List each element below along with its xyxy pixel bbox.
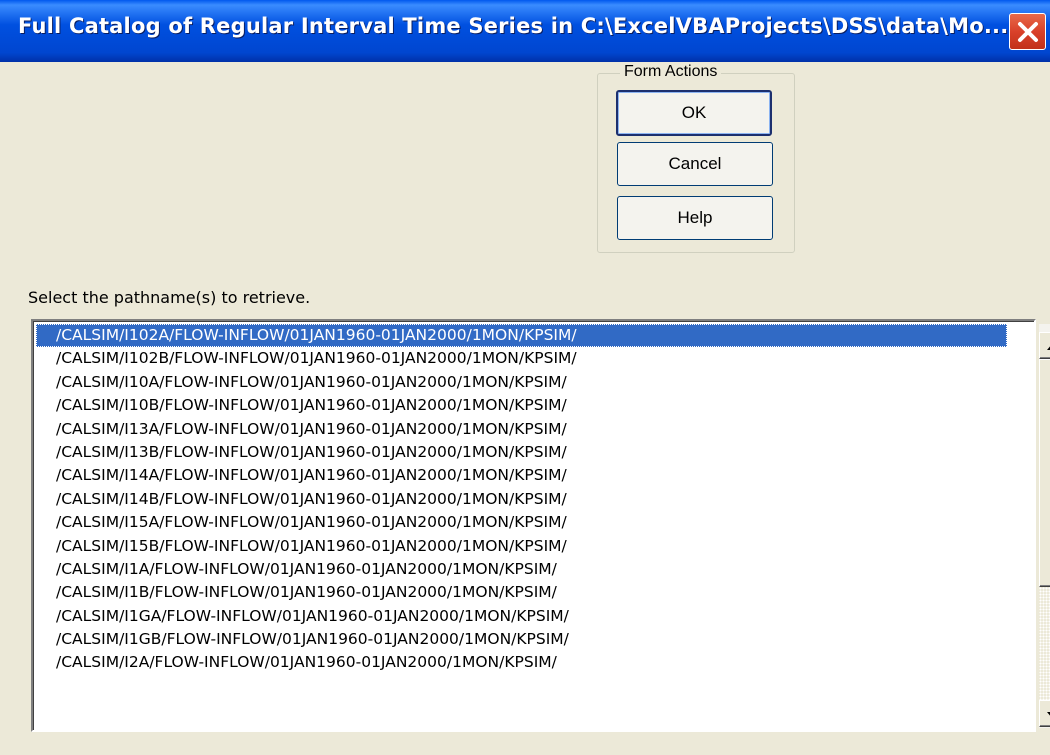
scroll-down-button[interactable] [1039,700,1050,727]
list-item[interactable]: /CALSIM/I10A/FLOW-INFLOW/01JAN1960-01JAN… [36,371,1007,394]
vertical-scrollbar[interactable] [1039,324,1050,728]
list-item[interactable]: /CALSIM/I14A/FLOW-INFLOW/01JAN1960-01JAN… [36,464,1007,487]
ok-button[interactable]: OK [616,90,772,136]
scroll-up-button[interactable] [1039,332,1050,359]
close-x-icon [1016,20,1040,44]
list-item[interactable]: /CALSIM/I15B/FLOW-INFLOW/01JAN1960-01JAN… [36,535,1007,558]
scroll-down-arrow-icon [1046,704,1050,723]
form-actions-legend: Form Actions [620,63,722,81]
help-button[interactable]: Help [617,196,773,240]
list-item[interactable]: /CALSIM/I1GA/FLOW-INFLOW/01JAN1960-01JAN… [36,605,1007,628]
list-item[interactable]: /CALSIM/I102A/FLOW-INFLOW/01JAN1960-01JA… [36,324,1007,348]
scroll-thumb[interactable] [1039,359,1050,587]
list-item[interactable]: /CALSIM/I102B/FLOW-INFLOW/01JAN1960-01JA… [36,347,1007,370]
close-button[interactable] [1009,13,1046,50]
select-prompt-label: Select the pathname(s) to retrieve. [28,288,311,307]
list-item[interactable]: /CALSIM/I1B/FLOW-INFLOW/01JAN1960-01JAN2… [36,581,1007,604]
list-item[interactable]: /CALSIM/I1GB/FLOW-INFLOW/01JAN1960-01JAN… [36,628,1007,651]
scroll-track[interactable] [1039,587,1050,700]
cancel-button[interactable]: Cancel [617,142,773,186]
scroll-up-arrow-icon [1046,336,1050,355]
list-item[interactable]: /CALSIM/I13A/FLOW-INFLOW/01JAN1960-01JAN… [36,418,1007,441]
list-item[interactable]: /CALSIM/I2A/FLOW-INFLOW/01JAN1960-01JAN2… [36,651,1007,674]
list-item[interactable]: /CALSIM/I13B/FLOW-INFLOW/01JAN1960-01JAN… [36,441,1007,464]
pathname-listbox[interactable]: /CALSIM/I102A/FLOW-INFLOW/01JAN1960-01JA… [31,319,1050,732]
list-item[interactable]: /CALSIM/I1A/FLOW-INFLOW/01JAN1960-01JAN2… [36,558,1007,581]
pathname-list: /CALSIM/I102A/FLOW-INFLOW/01JAN1960-01JA… [36,324,1007,675]
window-title: Full Catalog of Regular Interval Time Se… [18,14,1009,38]
title-bar[interactable]: Full Catalog of Regular Interval Time Se… [0,0,1050,62]
list-item[interactable]: /CALSIM/I10B/FLOW-INFLOW/01JAN1960-01JAN… [36,394,1007,417]
list-item[interactable]: /CALSIM/I14B/FLOW-INFLOW/01JAN1960-01JAN… [36,488,1007,511]
list-item[interactable]: /CALSIM/I15A/FLOW-INFLOW/01JAN1960-01JAN… [36,511,1007,534]
